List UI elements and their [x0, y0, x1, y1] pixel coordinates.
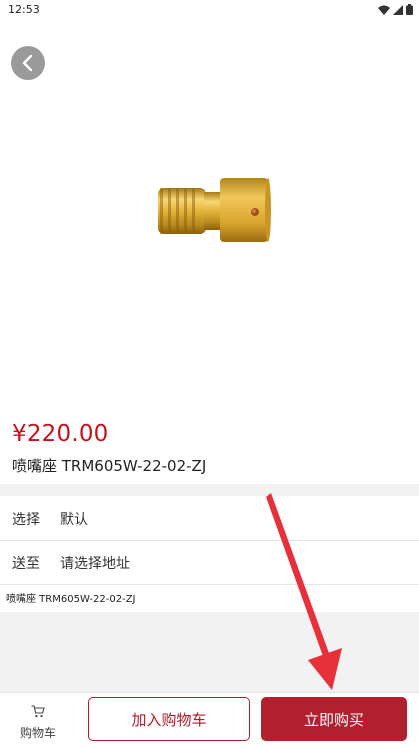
spec-value: 默认: [60, 511, 88, 528]
status-bar: 12:53: [0, 0, 419, 20]
product-title: 喷嘴座 TRM605W-22-02-ZJ: [12, 457, 207, 475]
status-icons: [378, 4, 413, 15]
address-value: 请选择地址: [60, 555, 130, 572]
spec-label: 选择: [12, 511, 40, 528]
address-select-row[interactable]: 送至 请选择地址: [0, 541, 419, 585]
address-label: 送至: [12, 555, 40, 572]
section-divider: [0, 484, 419, 496]
detail-background: [0, 612, 419, 692]
cart-icon: [31, 705, 45, 718]
battery-icon: [406, 4, 413, 15]
chevron-left-icon: [22, 54, 33, 72]
signal-icon: [393, 4, 403, 15]
bottom-action-bar: 购物车 加入购物车 立即购买: [0, 692, 419, 746]
cart-label: 购物车: [19, 726, 56, 740]
back-button[interactable]: [11, 46, 45, 80]
buy-now-button[interactable]: 立即购买: [261, 697, 407, 741]
spec-select-row[interactable]: 选择 默认: [0, 497, 419, 541]
add-to-cart-button[interactable]: 加入购物车: [88, 697, 250, 741]
product-gallery: [0, 20, 419, 412]
cart-entry[interactable]: 购物车: [12, 703, 64, 741]
product-detail-text: 喷嘴座 TRM605W-22-02-ZJ: [6, 594, 136, 605]
status-time: 12:53: [8, 3, 40, 16]
nozzle-holder-image: [158, 178, 271, 242]
product-price: ¥220.00: [12, 421, 109, 447]
wifi-icon: [378, 5, 390, 15]
